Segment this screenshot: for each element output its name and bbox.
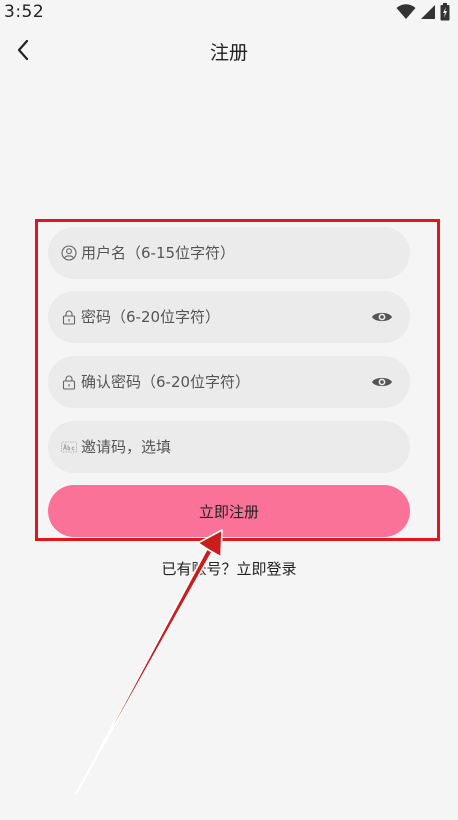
password-input[interactable] <box>81 305 410 329</box>
username-input[interactable] <box>81 241 410 265</box>
eye-icon[interactable] <box>370 370 394 394</box>
page-title: 注册 <box>209 42 248 64</box>
confirm-password-field[interactable] <box>48 356 410 408</box>
status-icons <box>396 3 450 25</box>
title-bar: 注册 <box>0 30 458 74</box>
invite-code-input[interactable] <box>81 435 410 459</box>
eye-icon[interactable] <box>370 305 394 329</box>
username-field[interactable] <box>48 227 410 279</box>
wifi-icon <box>396 4 416 24</box>
abc-icon <box>61 439 77 455</box>
login-link[interactable]: 已有账号？立即登录 <box>0 558 458 579</box>
invite-code-field[interactable] <box>48 421 410 473</box>
user-circle-icon <box>61 245 77 261</box>
status-time: 3:52 <box>4 2 45 22</box>
lock-icon <box>61 309 77 325</box>
signal-icon <box>420 4 436 24</box>
register-button[interactable]: 立即注册 <box>48 485 410 537</box>
password-field[interactable] <box>48 291 410 343</box>
status-bar: 3:52 <box>0 0 458 26</box>
confirm-password-input[interactable] <box>81 370 410 394</box>
battery-icon <box>440 3 450 25</box>
lock-icon <box>61 374 77 390</box>
